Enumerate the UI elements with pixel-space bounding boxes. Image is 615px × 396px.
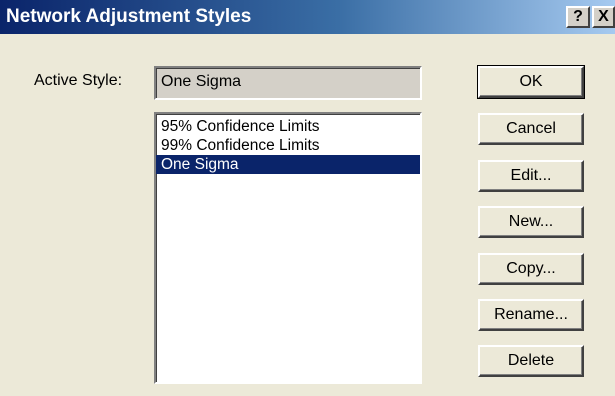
title-bar[interactable]: Network Adjustment Styles ? X [0, 0, 615, 34]
active-style-label: Active Style: [34, 72, 123, 89]
cancel-button[interactable]: Cancel [478, 113, 584, 145]
ok-button[interactable]: OK [477, 65, 585, 99]
rename-button[interactable]: Rename... [478, 299, 584, 331]
edit-button[interactable]: Edit... [478, 160, 584, 192]
copy-button[interactable]: Copy... [478, 253, 584, 285]
list-item-95-confidence[interactable]: 95% Confidence Limits [156, 117, 420, 136]
help-button[interactable]: ? [566, 6, 590, 28]
new-button[interactable]: New... [478, 206, 584, 238]
window-title: Network Adjustment Styles [6, 6, 252, 27]
list-item-one-sigma[interactable]: One Sigma [156, 155, 420, 174]
network-adjustment-styles-dialog: Network Adjustment Styles ? X Active Sty… [0, 0, 615, 396]
close-button[interactable]: X [592, 6, 615, 28]
list-item-99-confidence[interactable]: 99% Confidence Limits [156, 136, 420, 155]
active-style-field: One Sigma [154, 66, 422, 100]
delete-button[interactable]: Delete [478, 345, 584, 377]
styles-listbox[interactable]: 95% Confidence Limits 99% Confidence Lim… [154, 112, 422, 384]
